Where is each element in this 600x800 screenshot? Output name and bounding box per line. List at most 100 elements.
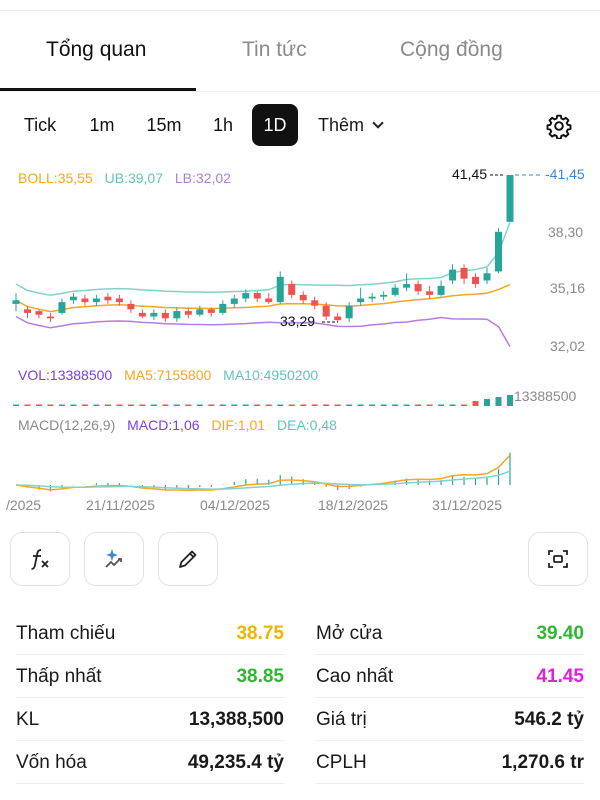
candle-body [311,300,319,306]
volume-bar [81,404,88,406]
fx-icon [31,549,49,570]
stat-value: 546.2 tỷ [514,709,584,730]
candle-body [35,311,43,315]
price-axis-label: 35,16 [550,280,585,296]
stat-value: 1,270.6 tr [501,752,584,773]
volume-bar [288,404,295,406]
candle-body [345,305,353,319]
candle-body [173,311,181,319]
candle-body [460,267,468,279]
candle-body [81,298,89,303]
timeframe-15m[interactable]: 15m [138,104,190,146]
more-timeframes-button[interactable]: Thêm [318,104,384,146]
candle-body [437,285,445,295]
tab-news[interactable]: Tin tức [242,38,307,62]
draw-button[interactable] [158,532,218,586]
date-label: 04/12/2025 [200,497,270,513]
candle-body [357,298,365,303]
tab-bar: Tổng quan Tin tức Cộng đồng [0,24,600,92]
volume-bar [242,404,249,406]
date-label: 21/11/2025 [86,497,155,513]
timeframe-bar: Tick 1m 15m 1h 1D Thêm [0,104,600,148]
candle-body [230,298,238,304]
volume-bar [219,404,226,406]
price-chart[interactable]: BOLL:35,55 UB:39,07 LB:32,02 VOL:1338850… [0,160,600,520]
volume-bar [449,404,456,406]
volume-bar [185,404,192,406]
candle-body [104,296,112,301]
stat-high: Cao nhất 41.45 [316,655,584,698]
candle-body [12,300,20,304]
price-axis-label: 38,30 [548,224,583,240]
volume-bar [311,404,318,406]
stat-market-cap: Vốn hóa 49,235.4 tỷ [16,741,284,784]
tabs-divider [0,91,600,92]
candle-body [69,296,77,301]
tab-community[interactable]: Cộng đồng [400,38,503,62]
dif-line [15,454,511,492]
volume-bar [13,404,19,406]
timeframe-1h[interactable]: 1h [204,104,242,146]
stat-value-traded: Giá trị 546.2 tỷ [316,698,584,741]
volume-bar [93,404,100,406]
stat-open: Mở cửa 39.40 [316,612,584,655]
volume-bar [380,404,387,406]
indicator-button[interactable] [10,532,70,586]
volume-bar [323,404,330,406]
candle-body [483,273,491,281]
candle-body [472,276,480,285]
chart-canvas: 41,45 -41,45 38,30 35,16 32,02 33,29 133… [6,166,585,513]
volume-bar [70,404,77,406]
pencil-icon [179,550,197,568]
volume-bar [426,404,433,406]
candle-body [115,298,123,303]
volume-bar [484,399,491,406]
stat-value: 13,388,500 [188,709,284,730]
screenshot-button[interactable] [528,532,588,586]
volume-bar [196,404,203,406]
candle-body [58,302,66,313]
chart-tools [0,532,600,588]
candle-body [138,312,146,317]
volume-bar [173,404,180,406]
stat-shares-outstanding: CPLH 1,270.6 tr [316,741,584,784]
ai-sparkle-icon [105,549,122,568]
boll-upper-line [15,222,511,297]
volume-bar [116,404,123,406]
volume-bar [403,404,410,406]
volume-bar [127,404,134,406]
candle-body [150,312,158,317]
timeframe-1d[interactable]: 1D [252,104,298,146]
chevron-down-icon [372,117,384,129]
candle-body [196,309,204,315]
price-axis-label: 32,02 [550,338,585,354]
volume-bar [415,404,422,406]
volume-bar [139,404,146,406]
gear-icon[interactable] [546,113,572,139]
candle-body [253,293,261,299]
volume-bar [265,404,272,406]
dea-line [15,470,511,490]
volume-bar [495,397,502,406]
more-label: Thêm [318,115,365,135]
timeframe-tick[interactable]: Tick [14,104,66,146]
candle-body [161,312,169,319]
ai-pattern-button[interactable] [84,532,144,586]
candle-body [495,231,503,272]
volume-axis-label: 13388500 [514,388,577,404]
candle-body [184,311,192,315]
candle-body [46,316,54,319]
timeframe-1m[interactable]: 1m [80,104,124,146]
candle-body [414,284,422,292]
volume-bar [104,404,111,406]
candle-body [380,294,388,297]
volume-bar [300,404,307,406]
stat-value: 49,235.4 tỷ [187,752,284,773]
stat-reference: Tham chiếu 38.75 [16,612,284,655]
tab-overview[interactable]: Tổng quan [46,38,146,62]
stat-label: Tham chiếu [16,623,116,644]
top-divider [0,10,600,11]
boll-lower-line [15,315,511,347]
candle-body [242,293,250,299]
volume-bar [438,404,445,406]
